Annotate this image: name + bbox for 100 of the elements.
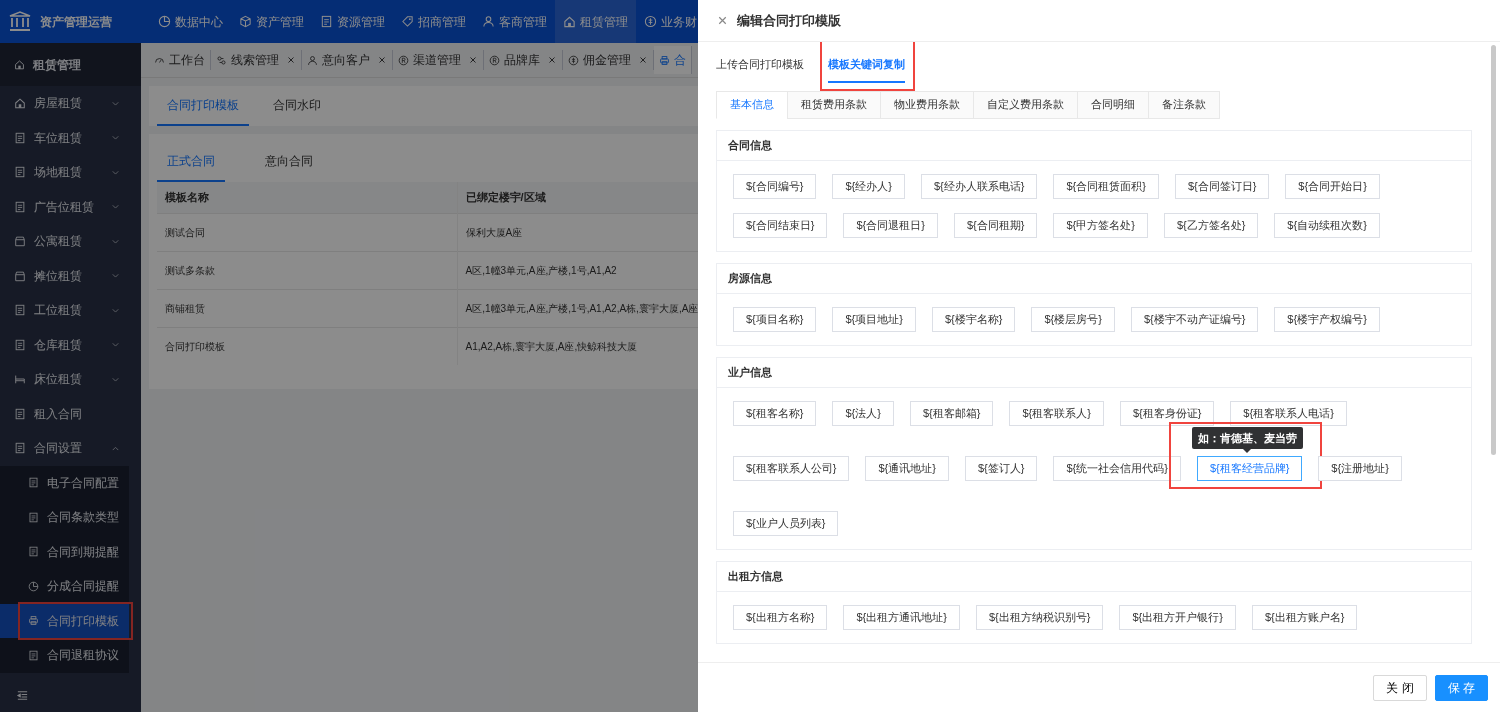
nav-tab[interactable]: 数据中心 <box>150 0 231 43</box>
bed-icon <box>14 373 26 386</box>
keyword-button[interactable]: ${租客名称} <box>733 400 817 426</box>
document-icon <box>14 407 26 420</box>
keyword-button[interactable]: ${合同开始日} <box>1285 173 1380 199</box>
keyword-button[interactable]: ${签订人} <box>964 455 1038 481</box>
keyword-button[interactable]: ${出租方纳税识别号} <box>975 604 1104 630</box>
close-button[interactable]: 关 闭 <box>1373 674 1427 701</box>
sidebar-item[interactable]: 场地租赁 <box>0 155 141 190</box>
nav-tab[interactable]: 招商管理 <box>393 0 474 43</box>
close-icon[interactable] <box>716 14 729 27</box>
keyword-button[interactable]: ${合同结束日} <box>733 212 828 238</box>
keyword-button[interactable]: ${合同租赁面积} <box>1053 173 1159 199</box>
scrollbar[interactable] <box>1491 45 1496 455</box>
sidebar-subitem[interactable]: 合同打印模板 <box>0 603 129 638</box>
page-tab[interactable]: 意向客户 <box>302 50 393 70</box>
document-icon <box>14 131 26 144</box>
sidebar-item[interactable]: 公寓租赁 <box>0 224 141 259</box>
keyword-button[interactable]: ${租客邮箱} <box>909 400 994 426</box>
sidebar-subitem[interactable]: 合同条款类型 <box>0 500 129 535</box>
tab[interactable]: 备注条款 <box>1148 90 1220 119</box>
keyword-button[interactable]: ${法人} <box>832 400 894 426</box>
collapse-menu-icon <box>16 689 29 703</box>
section-title: 出租方信息 <box>717 561 1471 592</box>
keyword-button[interactable]: ${经办人} <box>832 173 905 199</box>
keyword-button[interactable]: ${出租方账户名} <box>1251 604 1358 630</box>
keyword-button[interactable]: ${租客联系人公司} <box>733 455 850 481</box>
keyword-button[interactable]: ${出租方名称} <box>733 604 828 630</box>
sidebar-item[interactable]: 仓库租赁 <box>0 327 141 362</box>
tab[interactable]: 租赁费用条款 <box>787 90 881 119</box>
tab[interactable]: 物业费用条款 <box>880 90 974 119</box>
sidebar-title: 租赁管理 <box>33 56 81 74</box>
sidebar-item[interactable]: 广告位租赁 <box>0 189 141 224</box>
keyword-button[interactable]: ${合同签订日} <box>1174 173 1270 199</box>
page-tab[interactable]: 渠道管理 <box>393 50 484 70</box>
sidebar-item[interactable]: 合同设置 <box>0 431 141 466</box>
keyword-button[interactable]: ${项目地址} <box>832 306 916 332</box>
column-header: 模板名称 <box>157 182 457 213</box>
keyword-button[interactable]: ${业户人员列表} <box>733 510 839 536</box>
document-icon <box>28 649 39 661</box>
keyword-button[interactable]: ${楼宇名称} <box>931 306 1016 332</box>
sidebar-item[interactable]: 工位租赁 <box>0 293 141 328</box>
sidebar-subitem[interactable]: 电子合同配置 <box>0 465 129 500</box>
sidebar-subitem[interactable]: 分成合同提醒 <box>0 569 129 604</box>
keyword-button[interactable]: ${楼层房号} <box>1031 306 1115 332</box>
table-cell: 商铺租赁 <box>157 289 457 327</box>
document-icon <box>14 304 26 317</box>
nav-tab[interactable]: 资源管理 <box>312 0 393 43</box>
sidebar-item[interactable]: 房屋租赁 <box>0 86 141 121</box>
keyword-button[interactable]: ${乙方签名处} <box>1163 212 1259 238</box>
keyword-button[interactable]: ${租客身份证} <box>1119 400 1215 426</box>
tab[interactable]: 基本信息 <box>716 90 788 119</box>
tab[interactable]: 合同明细 <box>1077 90 1149 119</box>
person-icon <box>482 15 495 28</box>
tab[interactable]: 模板关键词复制 <box>828 48 905 83</box>
nav-tab[interactable]: 资产管理 <box>231 0 312 43</box>
keyword-button[interactable]: ${出租方开户银行} <box>1119 604 1236 630</box>
keyword-button[interactable]: ${注册地址} <box>1318 455 1402 481</box>
page-tab[interactable]: 工作台 <box>149 50 211 70</box>
registered-icon <box>489 54 500 66</box>
page-tab[interactable]: 品牌库 <box>484 50 563 70</box>
sidebar-item[interactable]: 床位租赁 <box>0 362 141 397</box>
document-icon <box>28 546 39 558</box>
keyword-button[interactable]: ${统一社会信用代码} <box>1053 455 1181 481</box>
sidebar-item[interactable]: 摊位租赁 <box>0 258 141 293</box>
document-icon <box>28 511 39 523</box>
sidebar-subitem[interactable]: 合同退租协议 <box>0 638 129 673</box>
sidebar-item[interactable]: 车位租赁 <box>0 120 141 155</box>
keyword-button[interactable]: ${租客联系人电话} <box>1230 400 1347 426</box>
keyword-button[interactable]: ${租客联系人} <box>1009 400 1104 426</box>
keyword-button[interactable]: ${合同租期} <box>953 212 1038 238</box>
document-icon <box>14 200 26 213</box>
registered-icon <box>398 54 409 66</box>
sidebar-subitem[interactable]: 合同到期提醒 <box>0 534 129 569</box>
keyword-button[interactable]: ${出租方通讯地址} <box>843 604 960 630</box>
sidebar-item[interactable]: 租入合同 <box>0 396 141 431</box>
keyword-button[interactable]: ${合同编号} <box>733 173 817 199</box>
keyword-button[interactable]: ${项目名称} <box>733 306 817 332</box>
keyword-button[interactable]: ${租客经营品牌} <box>1196 455 1303 481</box>
document-icon <box>320 15 333 28</box>
table-cell: 合同打印模板 <box>157 327 457 365</box>
tab[interactable]: 自定义费用条款 <box>973 90 1078 119</box>
bank-logo-icon <box>8 9 32 34</box>
tooltip: 如：肯德基、麦当劳 <box>1191 426 1303 449</box>
keyword-button[interactable]: ${楼宇不动产证编号} <box>1130 306 1259 332</box>
keyword-button[interactable]: ${通讯地址} <box>865 455 949 481</box>
tab[interactable]: 意向合同 <box>255 142 323 182</box>
tab[interactable]: 合同水印 <box>263 86 331 126</box>
nav-tab[interactable]: 租赁管理 <box>555 0 636 43</box>
keyword-button[interactable]: ${合同退租日} <box>843 212 938 238</box>
keyword-button[interactable]: ${自动续租次数} <box>1274 212 1380 238</box>
person-icon <box>307 54 318 66</box>
tab[interactable]: 上传合同打印模板 <box>716 48 804 83</box>
keyword-button[interactable]: ${楼宇产权编号} <box>1274 306 1380 332</box>
keyword-button[interactable]: ${甲方签名处} <box>1053 212 1148 238</box>
house-icon <box>563 15 576 28</box>
keyword-button[interactable]: ${经办人联系电话} <box>920 173 1038 199</box>
tag-icon <box>401 15 414 28</box>
page-tab[interactable]: 线索管理 <box>211 50 302 70</box>
nav-tab[interactable]: 客商管理 <box>474 0 555 43</box>
